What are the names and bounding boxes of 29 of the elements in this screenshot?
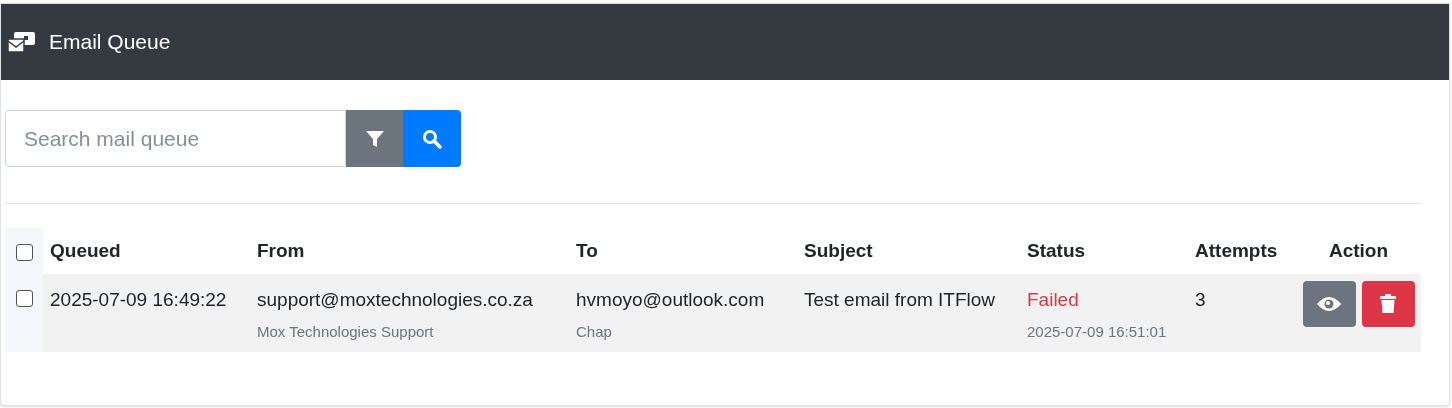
view-button[interactable] (1302, 281, 1356, 327)
table-cell-text: support@moxtechnologies.co.za (257, 288, 533, 312)
card-title: Email Queue (49, 29, 171, 56)
column-header: Subject (804, 238, 873, 263)
delete-button[interactable] (1361, 281, 1415, 327)
checkbox[interactable] (15, 290, 33, 307)
table-cell-text: 2025-07-09 16:49:22 (50, 288, 227, 312)
status-label: Failed (1027, 288, 1079, 312)
eye-icon (1316, 295, 1342, 313)
table-cell-text: Test email from ITFlow (804, 288, 996, 312)
column-header: Attempts (1195, 238, 1278, 263)
column-header: To (576, 238, 598, 263)
table-cell-text: hvmoyo@outlook.com (576, 288, 765, 312)
cell-subtext: 2025-07-09 16:51:01 (1027, 321, 1167, 342)
column-header: Status (1027, 238, 1086, 263)
column-header: Action (1328, 238, 1389, 263)
search-button[interactable] (403, 110, 461, 167)
column-header: Queued (50, 238, 121, 263)
search-field[interactable]: Search mail queue (5, 110, 346, 167)
mail-icon (7, 30, 37, 54)
cell-subtext: Chap (576, 321, 612, 342)
cell-subtext: Mox Technologies Support (257, 321, 434, 342)
filter-icon (364, 128, 385, 149)
checkbox[interactable] (15, 243, 33, 261)
column-header: From (257, 238, 305, 263)
trash-icon (1379, 294, 1397, 314)
filter-button[interactable] (346, 110, 403, 167)
table-cell-text: 3 (1195, 288, 1206, 312)
search-icon (422, 128, 442, 149)
